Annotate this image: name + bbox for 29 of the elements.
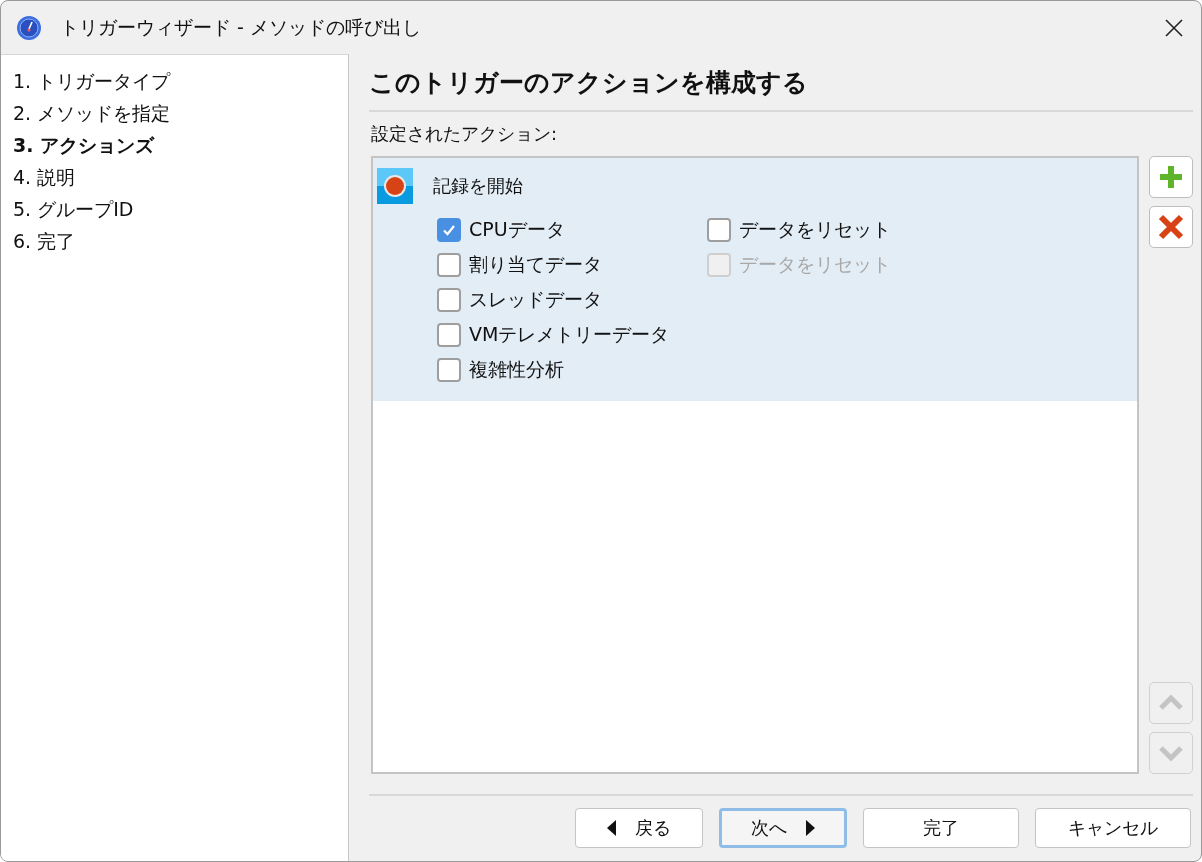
wizard-step: 3. アクションズ [13, 129, 348, 161]
wizard-step: 5. グループID [13, 193, 348, 225]
option-checkbox[interactable]: CPUデータ [437, 212, 687, 247]
wizard-step: 6. 完了 [13, 225, 348, 257]
remove-button[interactable] [1149, 206, 1193, 248]
action-title: 記録を開始 [433, 174, 523, 198]
wizard-step: 2. メソッドを指定 [13, 97, 348, 129]
option-checkbox[interactable]: 複雑性分析 [437, 352, 687, 387]
dialog-button[interactable]: 完了 [863, 808, 1019, 848]
option-checkbox[interactable]: 割り当てデータ [437, 247, 687, 282]
plus-icon [1158, 164, 1184, 190]
close-icon[interactable] [1165, 18, 1183, 37]
option-checkbox[interactable]: VMテレメトリーデータ [437, 317, 687, 352]
cross-icon [1158, 214, 1184, 240]
actions-label: 設定されたアクション: [371, 122, 559, 146]
gauge-app-icon [16, 14, 42, 41]
triangle-left-icon [607, 820, 617, 836]
option-checkbox[interactable]: スレッドデータ [437, 282, 687, 317]
wizard-step: 4. 説明 [13, 161, 348, 193]
add-button[interactable] [1149, 156, 1193, 198]
next-button[interactable]: 次へ [719, 808, 847, 848]
back-button[interactable]: 戻る [575, 808, 703, 848]
dialog-button[interactable]: キャンセル [1035, 808, 1191, 848]
record-icon [377, 168, 413, 204]
option-checkbox[interactable]: データをリセット [707, 212, 957, 247]
page-heading: このトリガーのアクションを構成する [369, 67, 809, 99]
triangle-right-icon [805, 820, 815, 836]
wizard-step: 1. トリガータイプ [13, 65, 348, 97]
window-title: トリガーウィザード - メソッドの呼び出し [60, 14, 422, 40]
